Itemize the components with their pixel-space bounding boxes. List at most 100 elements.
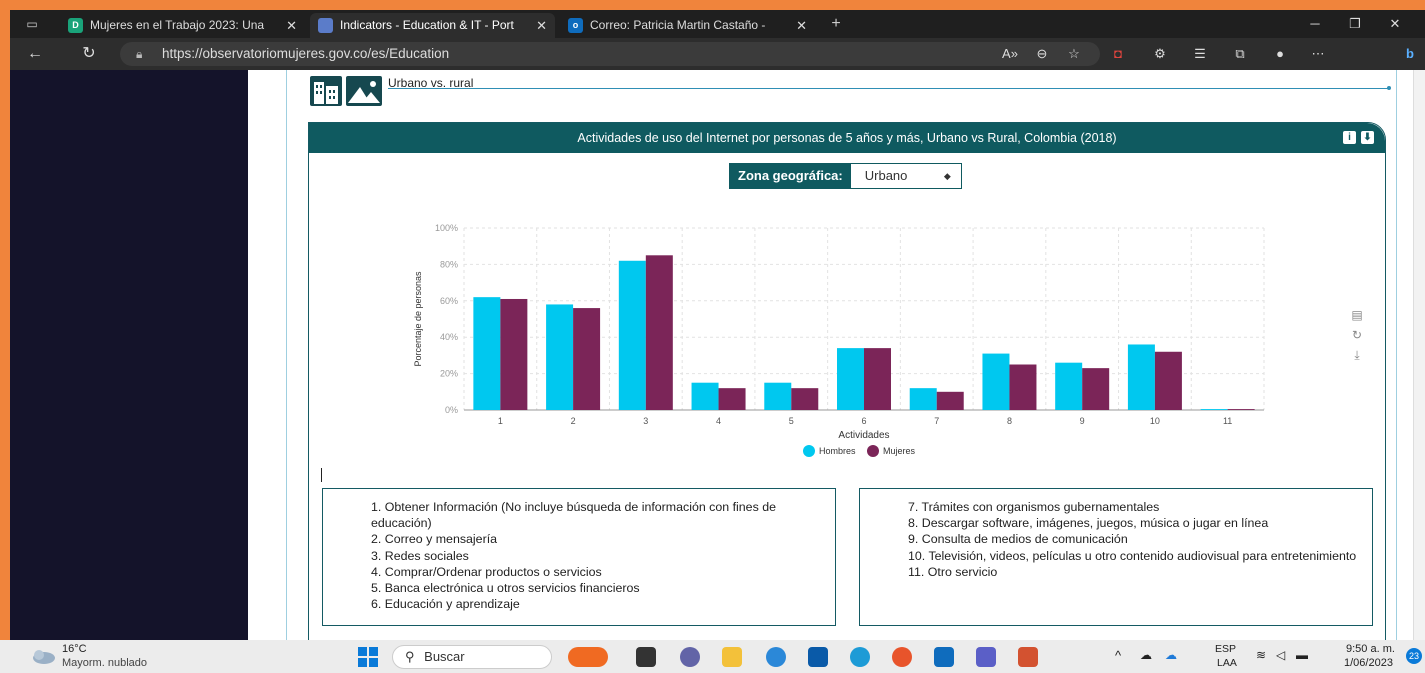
profile-icon[interactable]: ● [1270, 45, 1290, 63]
geographic-zone-value: Urbano [864, 168, 908, 183]
tab-favicon-icon [318, 18, 333, 33]
info-icon[interactable]: i [1343, 131, 1356, 144]
bar-chart: 0% 20% 40% 60% 80% 100% 1 2 3 4 5 6 7 8 9 10 11 Actividad… [413, 223, 1265, 457]
select-caret-icon: ◆ [943, 171, 951, 181]
browser-tab[interactable]: Indicators - Education & IT - Port ✕ [310, 13, 555, 38]
geographic-zone-filter: Zona geográfica: Urbano ◆ [729, 163, 962, 189]
tab-label: Indicators - Education & IT - Port [340, 18, 514, 32]
file-explorer-icon[interactable] [722, 647, 742, 667]
x-tick-label: 2 [571, 416, 576, 426]
bar-hombres [837, 348, 864, 410]
tab-actions-icon[interactable]: ▭ [24, 16, 40, 32]
extension-icon[interactable]: ◘ [1108, 45, 1128, 63]
back-icon[interactable]: ← [24, 44, 46, 64]
tab-close-icon[interactable]: ✕ [286, 13, 297, 38]
language-top[interactable]: ESP [1215, 643, 1236, 655]
copilot-icon[interactable]: b [1400, 45, 1420, 63]
chart-card-header: Actividades de uso del Internet por pers… [309, 123, 1385, 153]
legend-item: 10. Televisión, videos, películas u otro… [908, 548, 1357, 563]
teams-app-icon[interactable] [976, 647, 996, 667]
task-view-icon[interactable] [636, 647, 656, 667]
search-icon: ⚲ [405, 649, 415, 664]
x-tick-label: 4 [716, 416, 721, 426]
legend-person-icon [803, 445, 815, 457]
bar-mujeres [1009, 364, 1037, 410]
bar-mujeres [1154, 351, 1182, 410]
building-icon [310, 76, 342, 106]
y-tick-label: 0% [445, 405, 458, 415]
bar-hombres [618, 260, 646, 410]
zoom-icon[interactable]: ⊖ [1032, 45, 1052, 63]
wifi-icon[interactable]: ≋ [1256, 648, 1266, 662]
tab-close-icon[interactable]: ✕ [796, 13, 807, 38]
bar-hombres [473, 297, 501, 410]
x-tick-label: 3 [643, 416, 648, 426]
bar-mujeres [500, 298, 528, 410]
section-divider [388, 88, 1388, 89]
bar-mujeres [1227, 409, 1255, 410]
tray-expand-icon[interactable]: ^ [1115, 648, 1121, 663]
x-tick-label: 10 [1150, 416, 1160, 426]
weather-icon[interactable] [30, 645, 56, 665]
more-icon[interactable]: ⋯ [1308, 45, 1328, 63]
legend-item: 9. Consulta de medios de comunicación [908, 532, 1128, 547]
legend-item: 11. Otro servicio [908, 564, 998, 579]
tab-close-icon[interactable]: ✕ [536, 13, 547, 38]
firefox-app-icon[interactable] [892, 647, 912, 667]
onedrive-icon[interactable]: ☁ [1165, 648, 1177, 662]
lock-icon: 🔒︎ [136, 47, 143, 61]
browser-tab[interactable]: D Mujeres en el Trabajo 2023: Una ✕ [60, 13, 305, 38]
address-bar: ← ↻ 🔒︎ https://observatoriomujeres.gov.c… [10, 38, 1425, 70]
refresh-icon[interactable]: ↻ [78, 44, 100, 64]
legend-item: 2. Correo y mensajería [371, 532, 498, 547]
favorites-list-icon[interactable]: ☰ [1190, 45, 1210, 63]
widget-app-icon[interactable] [568, 647, 608, 667]
save-image-icon[interactable]: ⤓ [1349, 348, 1365, 362]
close-window-icon[interactable]: ✕ [1380, 10, 1410, 38]
x-tick-label: 11 [1223, 416, 1232, 426]
chat-app-icon[interactable] [680, 647, 700, 667]
geographic-zone-select[interactable]: Urbano ◆ [850, 164, 961, 188]
legend-item: 5. Banca electrónica u otros servicios f… [371, 581, 640, 596]
volume-icon[interactable]: ◁ [1276, 648, 1285, 662]
legend-item: 7. Trámites con organismos gubernamental… [908, 500, 1160, 514]
download-icon[interactable]: ⬇ [1361, 131, 1374, 144]
x-tick-label: 5 [789, 416, 794, 426]
content-border-left [286, 70, 287, 640]
clock-time[interactable]: 9:50 a. m. [1346, 643, 1395, 655]
start-icon[interactable] [358, 647, 378, 670]
bar-hombres [1200, 409, 1228, 410]
powerpoint-app-icon[interactable] [1018, 647, 1038, 667]
collections-icon[interactable]: ⧉ [1230, 45, 1250, 63]
clock-date[interactable]: 1/06/2023 [1344, 657, 1393, 669]
bar-mujeres [864, 348, 891, 410]
new-tab-icon[interactable]: + [828, 16, 844, 32]
notification-badge[interactable]: 23 [1406, 648, 1422, 664]
tab-label: Correo: Patricia Martin Castaño - [590, 18, 766, 32]
tab-label: Mujeres en el Trabajo 2023: Una [90, 18, 265, 32]
read-aloud-icon[interactable]: A» [1000, 45, 1020, 63]
reset-icon[interactable]: ↻ [1349, 328, 1365, 342]
extensions-icon[interactable]: ⚙ [1150, 45, 1170, 63]
bar-hombres [982, 353, 1010, 410]
language-bottom[interactable]: LAA [1217, 657, 1237, 669]
legend-label-mujeres: Mujeres [883, 446, 916, 456]
tab-favicon-icon: o [568, 18, 583, 33]
legend-item: 3. Redes sociales [371, 548, 469, 563]
page-scrollbar[interactable] [1413, 70, 1425, 640]
restore-icon[interactable]: ❐ [1340, 10, 1370, 38]
edge-app-icon[interactable] [850, 647, 870, 667]
cloud-outline-icon[interactable]: ☁ [1140, 648, 1152, 662]
search-box[interactable]: ⚲ Buscar [392, 645, 552, 669]
document-icon[interactable]: ▤ [1349, 308, 1365, 322]
favorite-icon[interactable]: ☆ [1064, 45, 1084, 63]
minimize-icon[interactable]: ─ [1300, 10, 1330, 38]
store-app-icon[interactable] [808, 647, 828, 667]
battery-icon[interactable]: ▬ [1296, 648, 1308, 662]
y-tick-label: 20% [440, 369, 458, 379]
photos-app-icon[interactable] [766, 647, 786, 667]
mail-app-icon[interactable] [934, 647, 954, 667]
bar-mujeres [936, 391, 964, 410]
browser-tab[interactable]: o Correo: Patricia Martin Castaño - ✕ [560, 13, 815, 38]
url-input[interactable]: 🔒︎ https://observatoriomujeres.gov.co/es… [120, 42, 1100, 66]
